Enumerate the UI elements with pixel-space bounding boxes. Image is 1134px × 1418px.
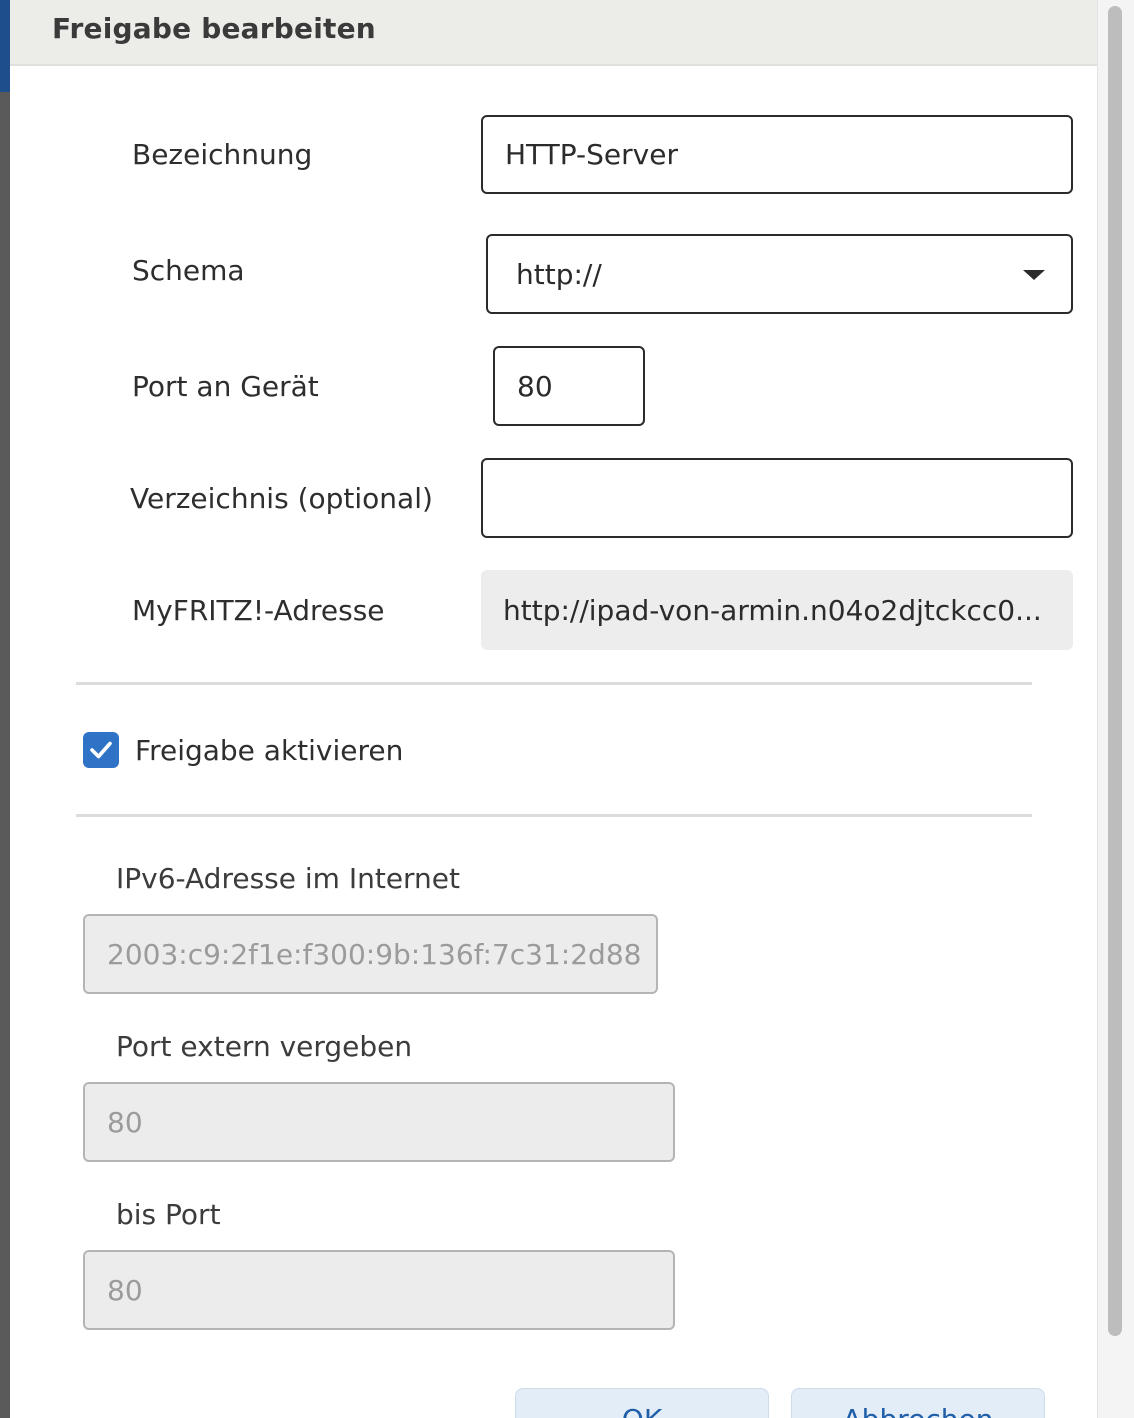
port-extern-value: 80 (107, 1105, 143, 1139)
verzeichnis-label: Verzeichnis (optional) (130, 482, 433, 515)
scrollbar[interactable] (1097, 0, 1134, 1418)
dialog-header: Freigabe bearbeiten (10, 0, 1098, 66)
divider (76, 814, 1032, 817)
verzeichnis-input[interactable] (481, 458, 1073, 538)
port-geraet-input[interactable]: 80 (493, 346, 645, 426)
chevron-down-icon (1023, 270, 1045, 280)
bezeichnung-label: Bezeichnung (132, 138, 313, 171)
cancel-button[interactable]: Abbrechen (791, 1388, 1045, 1418)
dialog-title: Freigabe bearbeiten (52, 12, 376, 45)
bis-port-value: 80 (107, 1273, 143, 1307)
schema-label: Schema (132, 254, 245, 287)
background-header (0, 0, 10, 92)
schema-value: http:// (516, 257, 602, 291)
activate-share-label[interactable]: Freigabe aktivieren (135, 734, 403, 767)
activate-share-checkbox[interactable] (83, 732, 119, 768)
ok-button[interactable]: OK (515, 1388, 769, 1418)
schema-select[interactable]: http:// (486, 234, 1073, 314)
ipv6-value: 2003:c9:2f1e:f300:9b:136f:7c31:2d88 (107, 937, 642, 971)
bis-port-label: bis Port (116, 1198, 221, 1231)
port-extern-input: 80 (83, 1082, 675, 1162)
myfritz-address-field: http://ipad-von-armin.n04o2djtckcc0... (481, 570, 1073, 650)
myfritz-address-value: http://ipad-von-armin.n04o2djtckcc0... (503, 593, 1042, 627)
ipv6-input: 2003:c9:2f1e:f300:9b:136f:7c31:2d88 (83, 914, 658, 994)
checkmark-icon (90, 741, 112, 759)
bis-port-input: 80 (83, 1250, 675, 1330)
bezeichnung-value: HTTP-Server (505, 138, 678, 171)
myfritz-label: MyFRITZ!-Adresse (132, 594, 385, 627)
port-extern-label: Port extern vergeben (116, 1030, 413, 1063)
edit-share-dialog: Freigabe bearbeiten Bezeichnung HTTP-Ser… (10, 0, 1134, 1418)
scrollbar-thumb[interactable] (1108, 6, 1122, 1336)
ipv6-label: IPv6-Adresse im Internet (116, 862, 461, 895)
divider (76, 682, 1032, 685)
background-page (0, 0, 10, 1418)
port-geraet-value: 80 (517, 369, 553, 403)
port-geraet-label: Port an Gerät (132, 370, 319, 403)
bezeichnung-input[interactable]: HTTP-Server (481, 115, 1073, 194)
